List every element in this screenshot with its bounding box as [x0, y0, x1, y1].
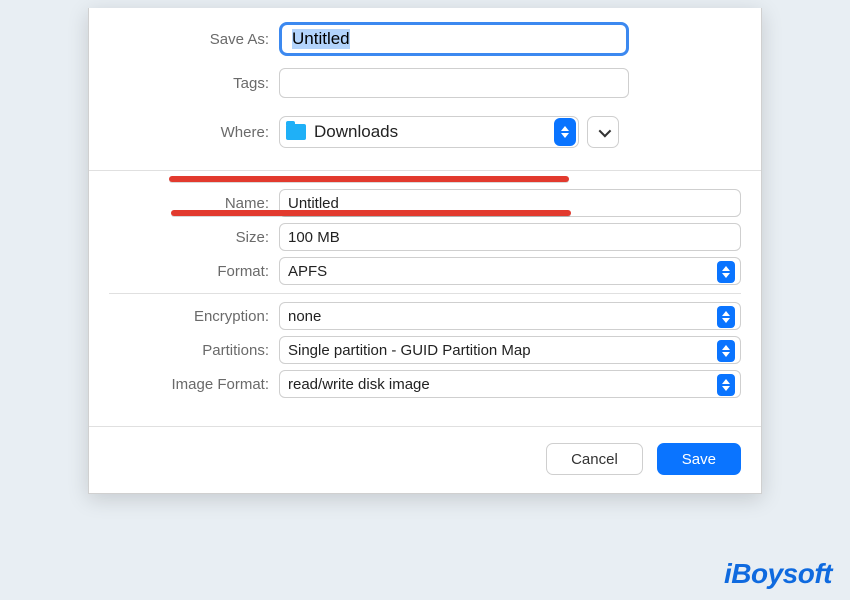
updown-arrows-icon	[717, 340, 735, 362]
chevron-down-icon	[598, 124, 611, 137]
updown-arrows-icon	[717, 374, 735, 396]
size-label: Size:	[109, 229, 279, 246]
updown-arrows-icon	[717, 261, 735, 283]
watermark-logo: iiBoysoftBoysoft	[724, 558, 832, 590]
where-value: Downloads	[314, 122, 554, 142]
format-popup[interactable]: APFS	[279, 257, 741, 285]
partitions-label: Partitions:	[109, 342, 279, 359]
name-label: Name:	[109, 195, 279, 212]
expand-save-panel-button[interactable]	[587, 116, 619, 148]
encryption-popup[interactable]: none	[279, 302, 741, 330]
where-popup[interactable]: Downloads	[279, 116, 579, 148]
annotation-underline	[171, 210, 571, 216]
save-button[interactable]: Save	[657, 443, 741, 475]
partitions-popup[interactable]: Single partition - GUID Partition Map	[279, 336, 741, 364]
cancel-button[interactable]: Cancel	[546, 443, 643, 475]
annotation-underline	[169, 176, 569, 182]
updown-arrows-icon	[554, 118, 576, 146]
updown-arrows-icon	[717, 306, 735, 328]
image-format-label: Image Format:	[109, 376, 279, 393]
dialog-footer: Cancel Save	[89, 426, 761, 493]
save-as-input[interactable]	[279, 22, 629, 56]
encryption-label: Encryption:	[109, 308, 279, 325]
folder-icon	[286, 124, 306, 140]
save-dialog: Save As: Tags: Where: Downloads	[88, 8, 762, 494]
format-label: Format:	[109, 263, 279, 280]
image-format-popup[interactable]: read/write disk image	[279, 370, 741, 398]
tags-label: Tags:	[109, 75, 279, 92]
save-as-label: Save As:	[109, 31, 279, 48]
tags-input[interactable]	[279, 68, 629, 98]
where-label: Where:	[109, 124, 279, 141]
image-options-panel: Name: Size: Format: APFS Encryption:	[89, 170, 761, 398]
size-input[interactable]	[279, 223, 741, 251]
save-panel-top: Save As: Tags: Where: Downloads	[89, 8, 761, 170]
